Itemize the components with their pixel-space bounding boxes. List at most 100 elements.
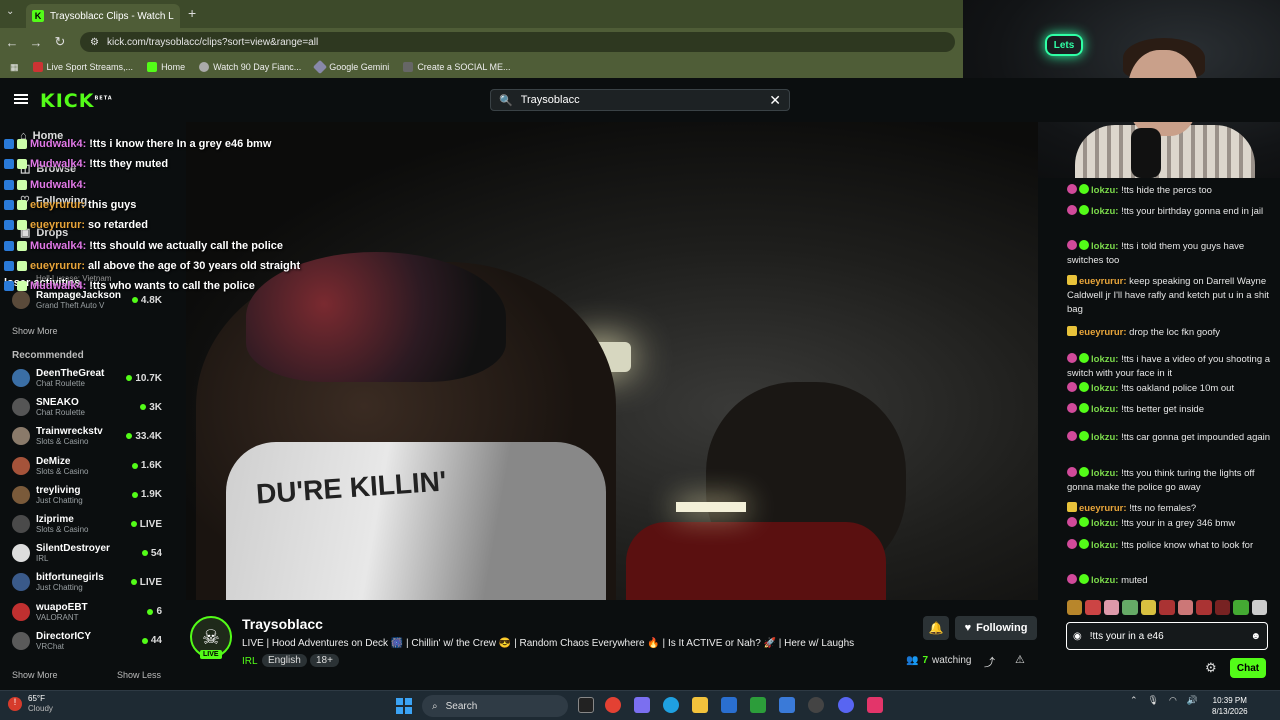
- edge-icon[interactable]: [663, 697, 679, 713]
- recommended-channel[interactable]: bitfortunegirls Just Chatting LIVE: [12, 568, 162, 596]
- hamburger-menu-icon[interactable]: [14, 94, 28, 104]
- emote-icon[interactable]: [1085, 600, 1101, 615]
- file-explorer-icon[interactable]: [692, 697, 708, 713]
- tag-18plus[interactable]: 18+: [310, 654, 339, 667]
- chat-username[interactable]: lokzu:: [1091, 206, 1118, 217]
- recommended-channel[interactable]: wuapoEBT VALORANT 6: [12, 598, 162, 626]
- streamer-name[interactable]: Traysoblacc: [242, 616, 323, 632]
- recommended-channel[interactable]: DeMize Slots & Casino 1.6K: [12, 452, 162, 480]
- tag-english[interactable]: English: [262, 654, 307, 667]
- green-badge-icon: [1079, 539, 1089, 549]
- recommended-channel[interactable]: Trainwreckstv Slots & Casino 33.4K: [12, 422, 162, 450]
- chat-username[interactable]: eueyrurur:: [1079, 276, 1127, 287]
- chat-username[interactable]: lokzu:: [1091, 185, 1118, 196]
- report-icon[interactable]: ⚠: [1015, 653, 1025, 666]
- weather-widget[interactable]: ! 65°F Cloudy: [8, 694, 53, 714]
- apps-grid-icon[interactable]: ▦: [10, 62, 19, 73]
- xbox-icon[interactable]: [750, 697, 766, 713]
- tiktok-icon[interactable]: [867, 697, 883, 713]
- microphone-icon[interactable]: 🎙: [1148, 695, 1159, 706]
- outlook-icon[interactable]: [779, 697, 795, 713]
- store-icon[interactable]: [721, 697, 737, 713]
- bookmark-90-day[interactable]: Watch 90 Day Fianc...: [199, 62, 301, 72]
- bookmark-live-sport[interactable]: Live Sport Streams,...: [32, 62, 133, 72]
- chat-message: lokzu: !tts your birthday gonna end in j…: [1067, 205, 1273, 219]
- copilot-icon[interactable]: [634, 697, 650, 713]
- chat-username[interactable]: lokzu:: [1091, 354, 1118, 365]
- chat-input[interactable]: ◉ !tts your in a e46 ☻: [1066, 622, 1268, 650]
- chat-message: eueyrurur: drop the loc fkn goofy: [1067, 326, 1273, 340]
- reload-icon[interactable]: ↻: [48, 34, 72, 50]
- clock[interactable]: 10:39 PM 8/13/2026: [1212, 695, 1248, 717]
- forward-icon[interactable]: →: [24, 35, 48, 50]
- new-tab-icon[interactable]: +: [188, 5, 196, 21]
- emote-icon[interactable]: [1251, 600, 1267, 615]
- volume-icon[interactable]: 🔊: [1187, 695, 1198, 706]
- address-bar-row: ← → ↻ ⚙ kick.com/traysoblacc/clips?sort=…: [0, 28, 963, 56]
- chat-username[interactable]: lokzu:: [1091, 575, 1118, 586]
- emote-icon[interactable]: [1214, 600, 1231, 615]
- emote-icon[interactable]: [1159, 600, 1175, 615]
- chat-user-icon[interactable]: ◉: [1073, 631, 1082, 642]
- url-field[interactable]: ⚙ kick.com/traysoblacc/clips?sort=view&r…: [80, 32, 955, 52]
- tab-list-chevron-icon[interactable]: ⌄: [6, 6, 14, 17]
- search-icon: 🔍: [499, 94, 513, 107]
- stream-category[interactable]: IRL: [242, 656, 258, 667]
- search-input[interactable]: 🔍 Traysoblacc ✕: [490, 89, 790, 111]
- clear-search-icon[interactable]: ✕: [769, 92, 781, 109]
- following-button[interactable]: ♥ Following: [955, 616, 1037, 640]
- chat-text: !tts hide the percs too: [1121, 185, 1212, 196]
- people-icon: 👥: [906, 655, 919, 666]
- chat-message: lokzu: !tts hide the percs too: [1067, 184, 1273, 198]
- recommended-channel[interactable]: treyliving Just Chatting 1.9K: [12, 481, 162, 509]
- live-dot-icon: [131, 491, 138, 498]
- video-player[interactable]: DU'RE KILLIN': [186, 122, 1038, 600]
- task-view-icon[interactable]: [578, 697, 594, 713]
- browser-tab[interactable]: K Traysoblacc Clips - Watch L 🔊 ✕: [26, 4, 180, 28]
- share-icon[interactable]: ⤴: [984, 654, 995, 670]
- chat-username[interactable]: lokzu:: [1091, 518, 1118, 529]
- chat-username[interactable]: eueyrurur:: [1079, 503, 1127, 514]
- recommended-channel[interactable]: SNEAKO Chat Roulette 3K: [12, 393, 162, 421]
- badge-icon: [4, 281, 14, 292]
- app-icon[interactable]: [808, 697, 824, 713]
- chat-username[interactable]: lokzu:: [1091, 468, 1118, 479]
- bookmark-home[interactable]: Home: [147, 62, 185, 72]
- emote-icon[interactable]: [1122, 600, 1138, 615]
- windows-start-icon[interactable]: [396, 698, 412, 714]
- emote-icon[interactable]: [1196, 600, 1212, 615]
- emote-icon[interactable]: [1140, 600, 1157, 615]
- recommended-channel[interactable]: Iziprime Slots & Casino LIVE: [12, 510, 162, 538]
- recommended-channel[interactable]: SilentDestroyer IRL 54: [12, 539, 162, 567]
- chat-username[interactable]: eueyrurur:: [1079, 327, 1127, 338]
- tray-chevron-icon[interactable]: ⌃: [1130, 695, 1138, 706]
- chat-username[interactable]: lokzu:: [1091, 540, 1118, 551]
- recommended-channel[interactable]: DirectorICY VRChat 44: [12, 627, 162, 655]
- chat-message: lokzu: !tts you think turing the lights …: [1067, 467, 1273, 495]
- recommended-channel[interactable]: DeenTheGreat Chat Roulette 10.7K: [12, 364, 162, 392]
- chat-username[interactable]: lokzu:: [1091, 383, 1118, 394]
- emote-icon[interactable]: [1177, 600, 1194, 615]
- notification-bell-button[interactable]: 🔔: [923, 616, 949, 640]
- chrome-icon[interactable]: [605, 697, 621, 713]
- back-icon[interactable]: ←: [0, 35, 24, 50]
- chat-username[interactable]: lokzu:: [1091, 241, 1118, 252]
- site-info-icon[interactable]: ⚙: [90, 37, 99, 48]
- emoji-picker-icon[interactable]: ☻: [1250, 631, 1261, 642]
- discord-icon[interactable]: [838, 697, 854, 713]
- wifi-icon[interactable]: ◠: [1169, 695, 1177, 706]
- chat-username[interactable]: lokzu:: [1091, 432, 1118, 443]
- emote-icon[interactable]: [1067, 600, 1083, 615]
- gear-icon[interactable]: ⚙: [1205, 660, 1217, 676]
- chat-username[interactable]: lokzu:: [1091, 404, 1118, 415]
- kick-logo[interactable]: KICKBETA: [40, 90, 113, 112]
- taskbar-search[interactable]: ⌕ Search: [422, 695, 568, 717]
- bookmark-social-media[interactable]: Create a SOCIAL ME...: [403, 62, 511, 72]
- show-more-following[interactable]: Show More: [12, 326, 58, 336]
- show-more-button[interactable]: Show More: [12, 670, 58, 680]
- chat-send-button[interactable]: Chat: [1230, 658, 1266, 678]
- show-less-button[interactable]: Show Less: [117, 670, 161, 680]
- emote-icon[interactable]: [1103, 600, 1120, 615]
- emote-icon[interactable]: [1233, 600, 1249, 615]
- bookmark-gemini[interactable]: Google Gemini: [313, 59, 389, 75]
